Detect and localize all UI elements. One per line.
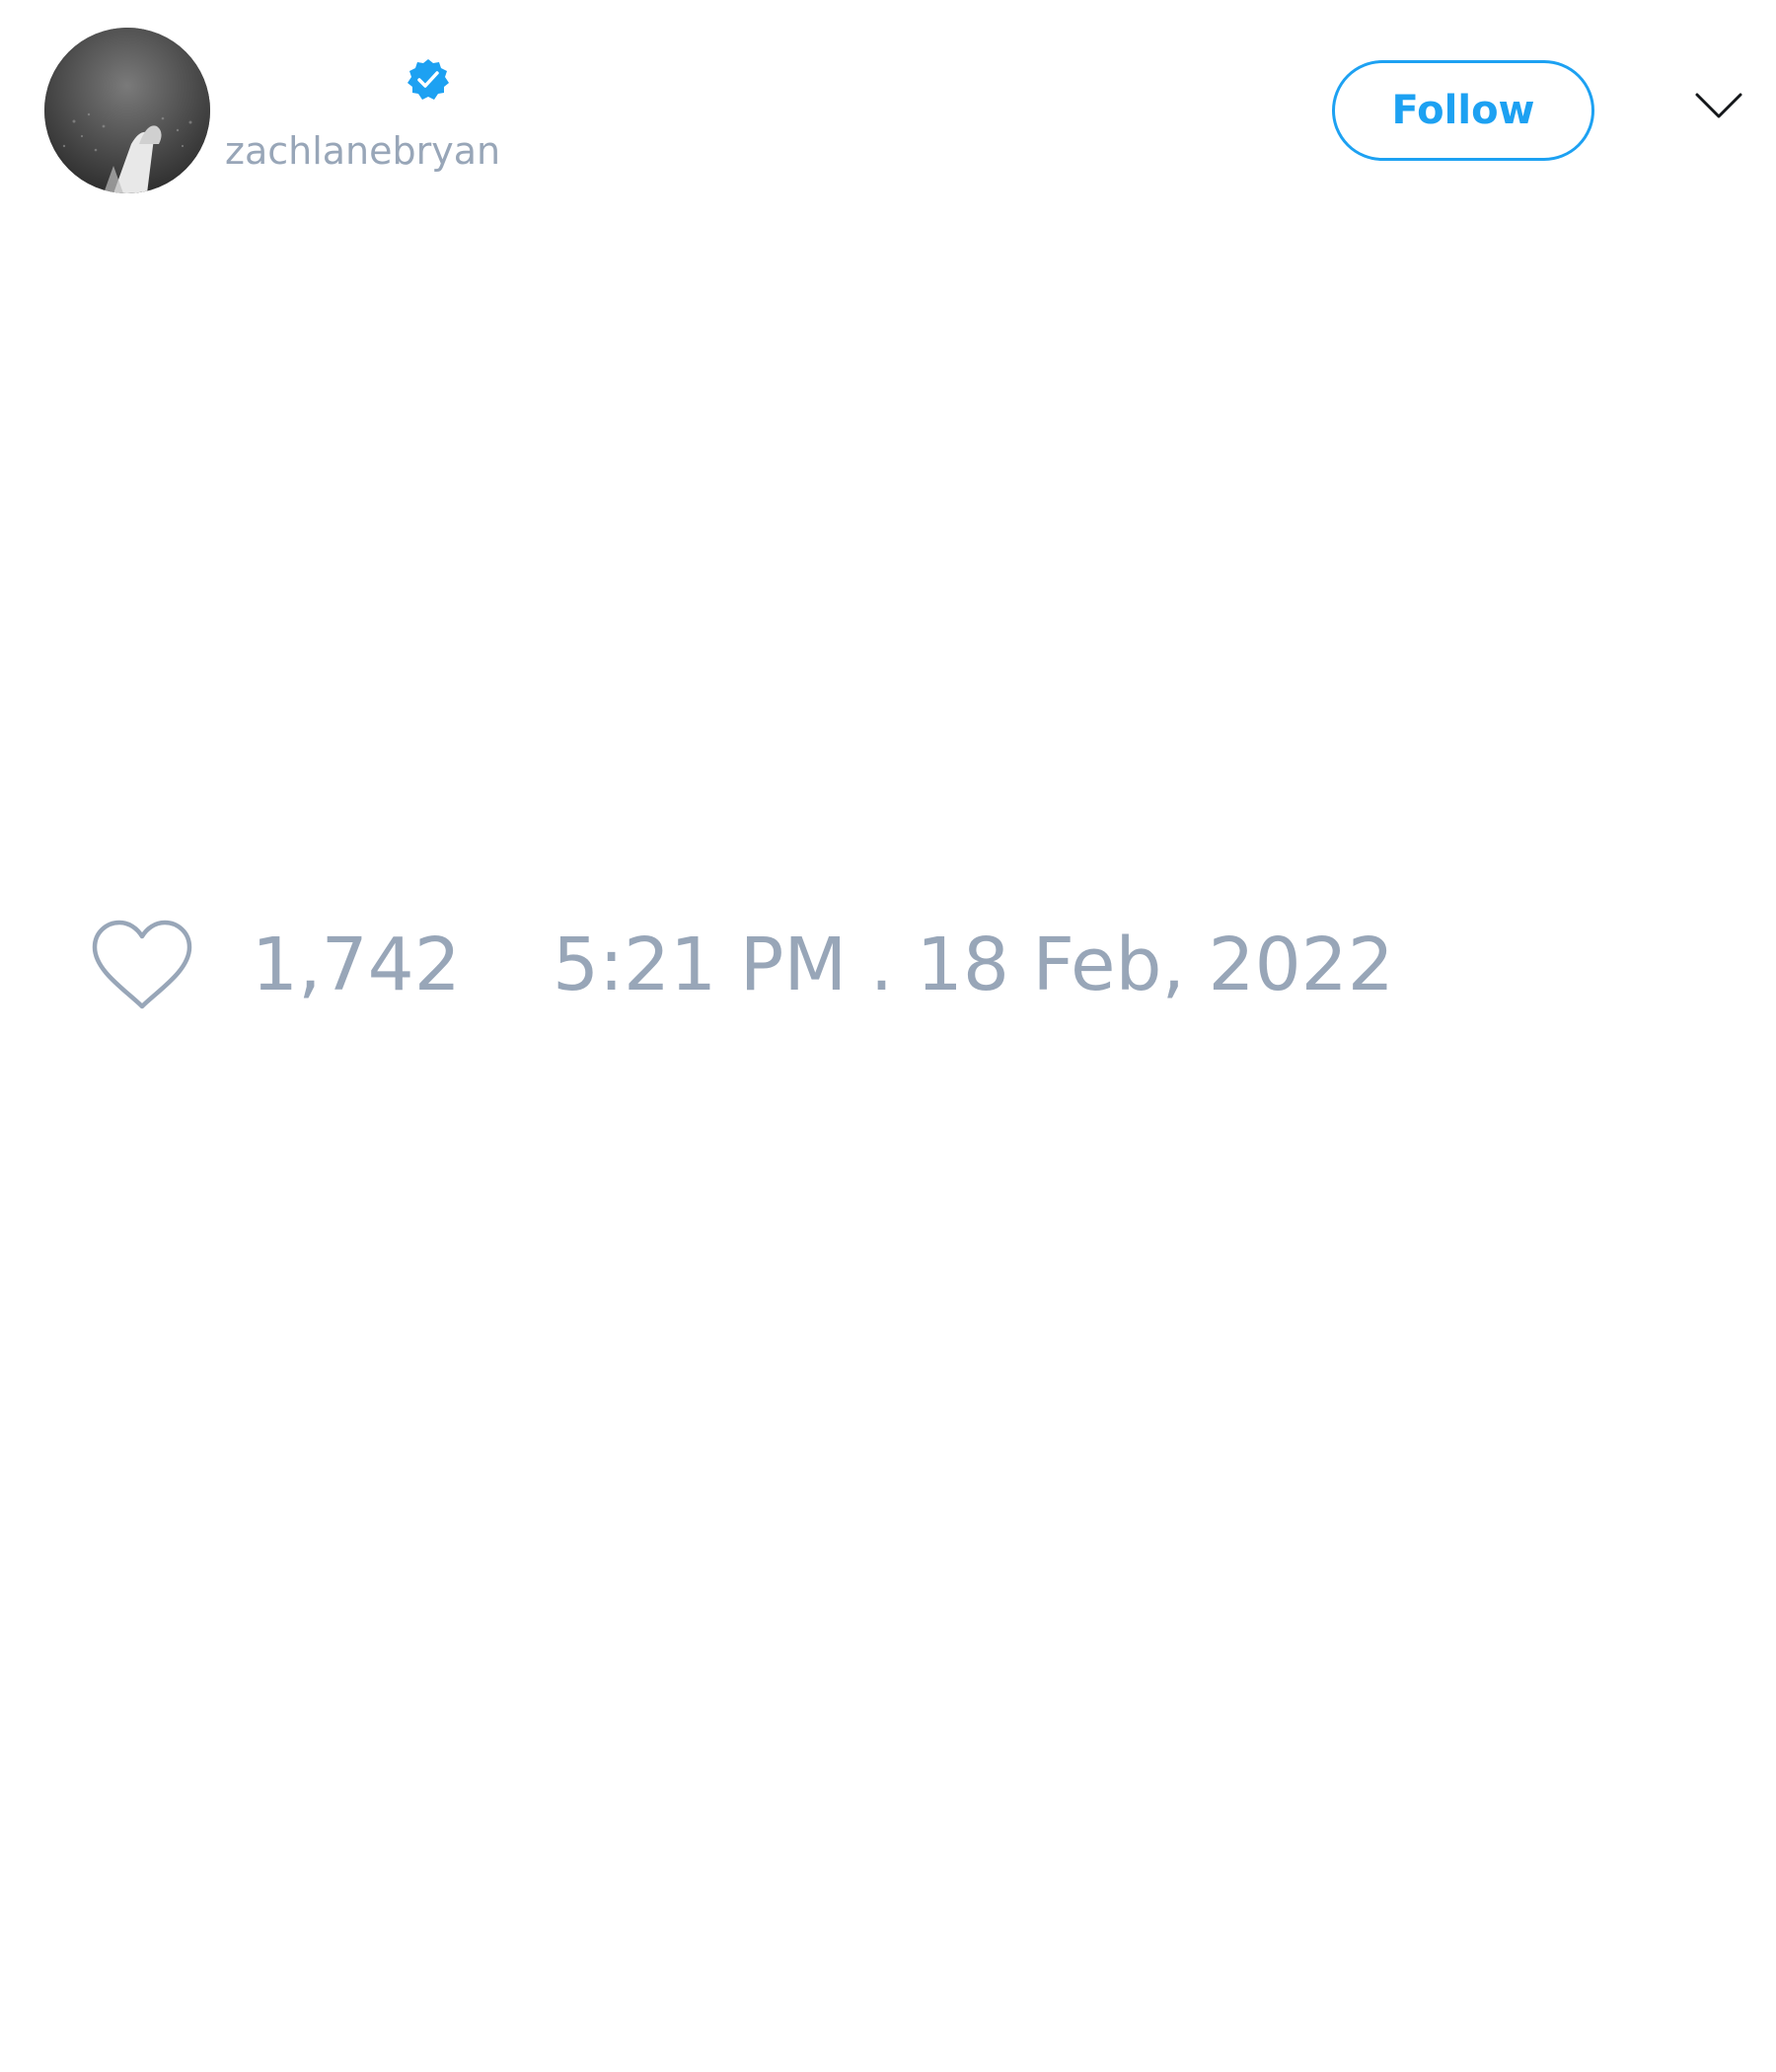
author-username[interactable]: zachlanebryan xyxy=(225,124,500,178)
tweet-text xyxy=(44,227,1732,858)
avatar-photo xyxy=(44,28,210,193)
like-count: 1,742 xyxy=(252,923,461,1007)
author-avatar[interactable] xyxy=(44,28,210,193)
verified-badge-icon xyxy=(406,57,451,103)
chevron-down-icon[interactable] xyxy=(1694,91,1743,120)
heart-icon[interactable] xyxy=(89,918,195,1012)
tweet-timestamp[interactable]: 5:21 PM . 18 Feb, 2022 xyxy=(553,918,1394,1012)
author-display-name[interactable] xyxy=(227,55,237,105)
follow-button[interactable]: Follow xyxy=(1332,60,1594,161)
tweet-card: zachlanebryan Follow 1,742 5:21 PM . 18 … xyxy=(0,0,1776,2072)
